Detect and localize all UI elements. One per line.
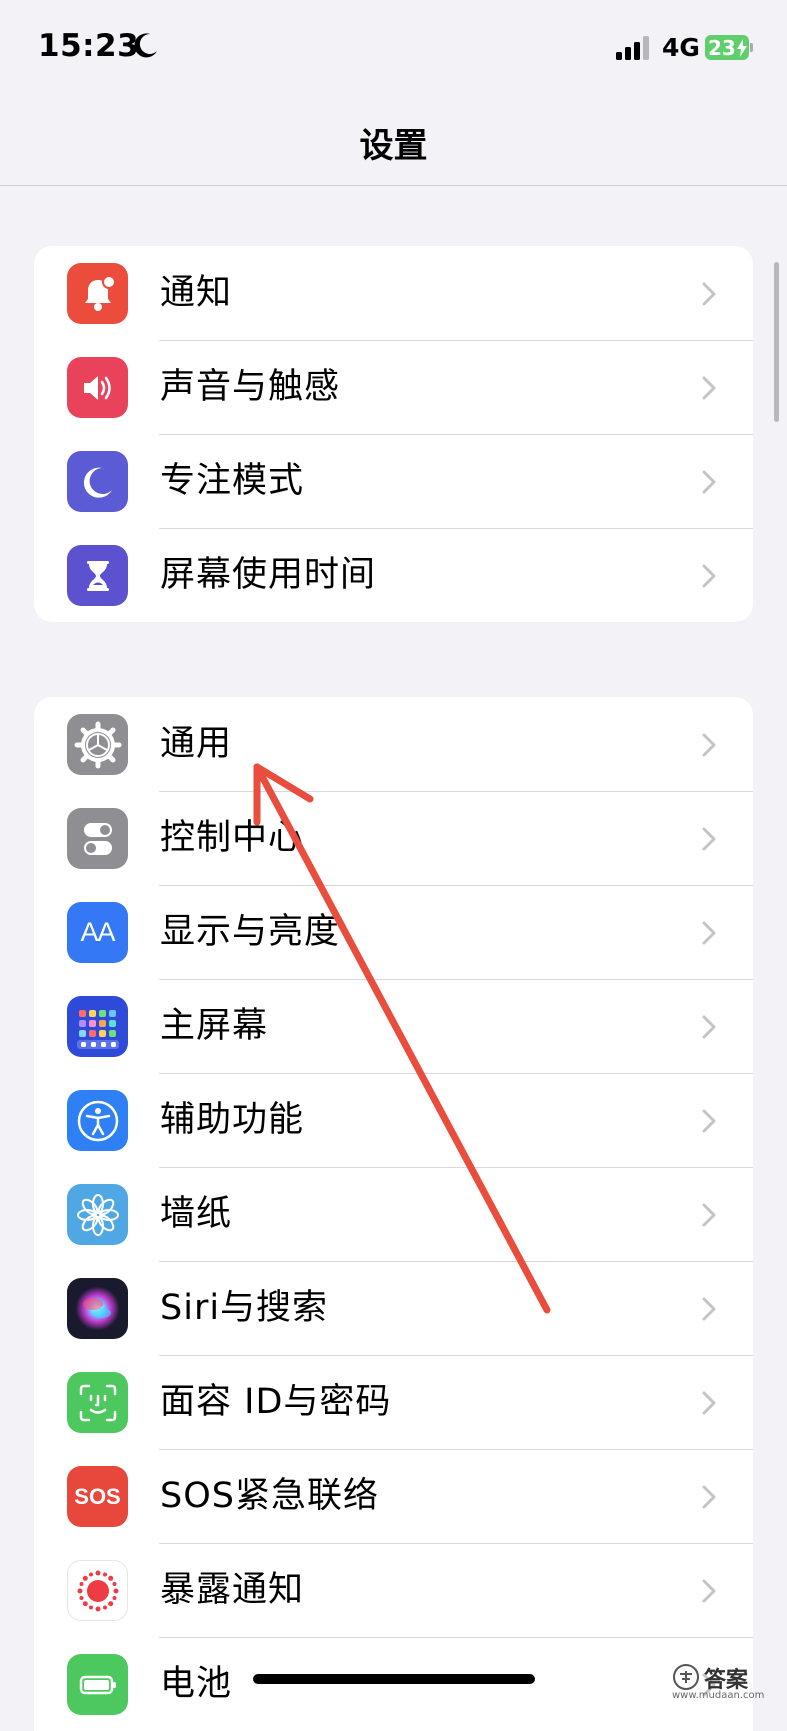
battery-indicator: 23 — [705, 35, 753, 60]
siri-icon — [67, 1278, 128, 1339]
chevron-right-icon — [702, 1109, 716, 1133]
status-bar: 15:23 4G 23 — [0, 0, 787, 100]
sos-icon: SOS — [67, 1466, 128, 1527]
home-indicator[interactable] — [253, 1674, 535, 1684]
battery-level: 23 — [708, 35, 736, 60]
row-label: 通知 — [160, 273, 233, 313]
speaker-icon — [67, 357, 128, 418]
row-label: 声音与触感 — [160, 367, 341, 407]
settings-row-emergency-sos[interactable]: SOS SOS紧急联络 — [34, 1449, 753, 1543]
moon-icon — [134, 33, 157, 58]
settings-row-focus[interactable]: 专注模式 — [34, 434, 753, 528]
settings-row-control-center[interactable]: 控制中心 — [34, 791, 753, 885]
row-label: 通用 — [160, 724, 233, 764]
text-size-icon: AA — [67, 902, 128, 963]
settings-row-notifications[interactable]: 通知 — [34, 246, 753, 340]
flower-icon — [67, 1184, 128, 1245]
row-label: 控制中心 — [160, 818, 305, 858]
row-label: 专注模式 — [160, 461, 305, 501]
settings-row-battery[interactable]: 电池 — [34, 1637, 753, 1731]
chevron-right-icon — [702, 1015, 716, 1039]
chevron-right-icon — [702, 1203, 716, 1227]
settings-row-home-screen[interactable]: 主屏幕 — [34, 979, 753, 1073]
settings-row-exposure[interactable]: 暴露通知 — [34, 1543, 753, 1637]
bell-icon — [67, 263, 128, 324]
accessibility-icon — [67, 1090, 128, 1151]
chevron-right-icon — [702, 1391, 716, 1415]
settings-row-sounds[interactable]: 声音与触感 — [34, 340, 753, 434]
settings-row-general[interactable]: 通用 — [34, 697, 753, 791]
row-label: 墙纸 — [160, 1194, 233, 1234]
settings-row-face-id[interactable]: 面容 ID与密码 — [34, 1355, 753, 1449]
chevron-right-icon — [702, 733, 716, 757]
chevron-right-icon — [702, 1297, 716, 1321]
network-type: 4G — [662, 33, 700, 62]
chevron-right-icon — [702, 921, 716, 945]
toggles-icon — [67, 808, 128, 869]
row-label: 显示与亮度 — [160, 912, 341, 952]
row-label: 辅助功能 — [160, 1100, 305, 1140]
cellular-signal-icon — [616, 36, 649, 60]
watermark-logo-icon — [673, 1664, 699, 1690]
charging-bolt-icon — [736, 38, 747, 57]
chevron-right-icon — [702, 564, 716, 588]
battery-icon — [67, 1654, 128, 1715]
gear-icon — [67, 714, 128, 775]
chevron-right-icon — [702, 827, 716, 851]
page-title: 设置 — [359, 126, 428, 166]
row-label: Siri与搜索 — [160, 1288, 329, 1328]
settings-row-siri[interactable]: Siri与搜索 — [34, 1261, 753, 1355]
chevron-right-icon — [702, 1485, 716, 1509]
settings-row-accessibility[interactable]: 辅助功能 — [34, 1073, 753, 1167]
settings-row-wallpaper[interactable]: 墙纸 — [34, 1167, 753, 1261]
settings-row-display[interactable]: AA 显示与亮度 — [34, 885, 753, 979]
settings-group-1: 通知 声音与触感 专注模式 屏幕使用时间 — [34, 246, 753, 622]
row-label: 电池 — [160, 1664, 233, 1704]
watermark-url: www.mudaan.com — [672, 1690, 765, 1701]
chevron-right-icon — [702, 282, 716, 306]
moon-icon — [67, 451, 128, 512]
settings-group-2: 通用 控制中心 AA 显示与亮度 主屏幕 辅助功能 墙纸 Siri与搜索 面容 … — [34, 697, 753, 1731]
row-label: SOS紧急联络 — [160, 1476, 379, 1516]
status-time: 15:23 — [38, 28, 140, 64]
row-label: 面容 ID与密码 — [160, 1382, 392, 1422]
face-id-icon — [67, 1372, 128, 1433]
navigation-bar: 设置 — [0, 100, 787, 186]
watermark: 答案 www.mudaan.com — [670, 1662, 780, 1702]
home-grid-icon — [67, 996, 128, 1057]
chevron-right-icon — [702, 376, 716, 400]
chevron-right-icon — [702, 470, 716, 494]
row-label: 主屏幕 — [160, 1006, 269, 1046]
sos-glyph: SOS — [74, 1483, 121, 1509]
chevron-right-icon — [702, 1579, 716, 1603]
settings-row-screen-time[interactable]: 屏幕使用时间 — [34, 528, 753, 622]
row-label: 屏幕使用时间 — [160, 555, 377, 595]
row-label: 暴露通知 — [160, 1570, 305, 1610]
text-size-glyph: AA — [80, 917, 115, 947]
scrollbar[interactable] — [774, 262, 779, 422]
hourglass-icon — [67, 545, 128, 606]
exposure-icon — [67, 1560, 128, 1621]
